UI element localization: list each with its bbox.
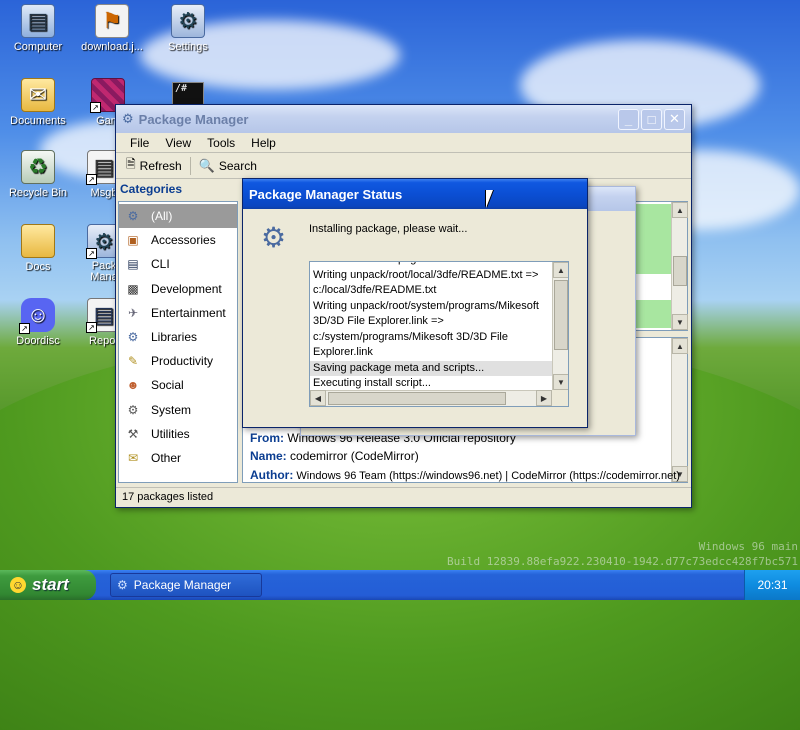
log-line: c:/system/programs/Mikesoft 3D/3D File [313, 330, 508, 343]
search-icon: 🔍 [198, 157, 215, 173]
smiley-start-icon: ☺ [10, 577, 26, 593]
minimize-button[interactable]: _ [618, 108, 639, 130]
other-icon: ✉ [127, 450, 139, 465]
package-list-scrollbar[interactable]: ▲ ▼ [671, 202, 688, 330]
refresh-button[interactable]: 🗎 Refresh [120, 153, 188, 178]
detail-author: Author: Windows 96 Team (https://windows… [250, 468, 680, 482]
toolbar: 🗎 Refresh 🔍 Search [116, 153, 691, 179]
utilities-icon: ⚒ [127, 426, 139, 441]
mouse-cursor [486, 190, 493, 208]
desktop-icon-doordisc[interactable]: ☺ ↗ Doordisc [0, 298, 76, 347]
menu-file[interactable]: File [122, 136, 157, 150]
all-packages-icon: ⚙ [127, 209, 139, 224]
category-system[interactable]: ⚙ System [119, 398, 237, 422]
scroll-down-arrow[interactable]: ▼ [672, 314, 688, 330]
log-line: Explorer.link [313, 346, 373, 358]
desktop-icon-download[interactable]: ⚑ download.j... [74, 4, 150, 53]
system-tray: 20:31 [744, 570, 800, 600]
menu-tools[interactable]: Tools [199, 136, 243, 150]
log-line: 3D/3D File Explorer.link => [313, 315, 444, 327]
log-line: c:/local/3dfe/README.txt [313, 284, 437, 296]
categories-list[interactable]: ⚙ (All) ▣ Accessories ▤ CLI ▩ Developmen… [118, 201, 238, 483]
terminal-icon: ▤ [127, 257, 139, 272]
status-dialog-titlebar[interactable]: Package Manager Status [243, 179, 587, 209]
install-log[interactable]: c:/local/3dfe/icon.pngWriting unpack/roo… [309, 261, 569, 407]
category-utilities[interactable]: ⚒ Utilities [119, 422, 237, 446]
package-manager-titlebar[interactable]: ⚙ Package Manager _ □ ✕ [116, 105, 691, 133]
category-productivity[interactable]: ✎ Productivity [119, 349, 237, 373]
social-icon: ☻ [126, 378, 140, 393]
detail-name: Name: codemirror (CodeMirror) [250, 449, 419, 463]
start-button[interactable]: ☺ start [0, 570, 96, 600]
libraries-icon: ⚙ [127, 330, 139, 345]
terminal-desktop-icon[interactable]: /# [172, 82, 204, 106]
menu-view[interactable]: View [157, 136, 199, 150]
system-icon: ⚙ [127, 402, 139, 417]
build-watermark-line2: Build 12839.88efa922.230410-1942.d77c73e… [447, 555, 798, 568]
log-scroll-corner [552, 390, 568, 406]
build-watermark-line1: Windows 96 main [698, 540, 798, 553]
taskbar: ☺ start ⚙ Package Manager 20:31 [0, 570, 800, 600]
menu-help[interactable]: Help [243, 136, 284, 150]
category-other[interactable]: ✉ Other [119, 446, 237, 470]
log-hscroll-thumb[interactable] [328, 392, 506, 405]
status-bar: 17 packages listed [116, 487, 691, 507]
category-all[interactable]: ⚙ (All) [119, 204, 237, 229]
search-button[interactable]: 🔍 Search [193, 156, 263, 176]
category-entertainment[interactable]: ✈ Entertainment [119, 301, 237, 325]
discord-icon: ☺ ↗ [19, 298, 55, 334]
log-scroll-right-arrow[interactable]: ▶ [536, 390, 552, 406]
category-social[interactable]: ☻ Social [119, 373, 237, 397]
settings-icon: ⚙ [171, 4, 205, 38]
status-dialog-title: Package Manager Status [249, 186, 403, 202]
log-horizontal-scrollbar[interactable]: ◀ ▶ [310, 390, 552, 406]
productivity-icon: ✎ [127, 354, 139, 369]
refresh-icon: 🗎 [126, 157, 136, 171]
category-development[interactable]: ▩ Development [119, 277, 237, 301]
category-libraries[interactable]: ⚙ Libraries [119, 325, 237, 349]
categories-heading: Categories [120, 182, 183, 196]
desktop-icon-recycle-bin[interactable]: ♻ Recycle Bin [0, 150, 76, 199]
computer-icon: ▤ [21, 4, 55, 38]
recycle-bin-icon: ♻ [21, 150, 55, 184]
log-line: Writing unpack/root/local/3dfe/README.tx… [313, 268, 539, 281]
scroll-up-arrow[interactable]: ▲ [672, 202, 688, 218]
status-text: 17 packages listed [122, 491, 214, 503]
clock[interactable]: 20:31 [757, 578, 787, 592]
log-scroll-left-arrow[interactable]: ◀ [310, 390, 326, 406]
install-gear-icon: ⚙ [261, 222, 287, 253]
log-line: Saving package meta and scripts... [310, 360, 552, 376]
log-scroll-up-arrow[interactable]: ▲ [553, 262, 568, 278]
desktop-icon-documents[interactable]: ✉ Documents [0, 78, 76, 127]
log-scroll-down-arrow[interactable]: ▼ [553, 374, 568, 390]
status-message: Installing package, please wait... [309, 223, 468, 235]
log-scroll-thumb[interactable] [554, 280, 568, 350]
accessories-icon: ▣ [127, 233, 139, 248]
close-button[interactable]: ✕ [664, 108, 685, 130]
desktop-icon-computer[interactable]: ▤ Computer [0, 4, 76, 53]
package-manager-title-icon: ⚙ [122, 111, 134, 126]
toolbar-separator [189, 156, 191, 175]
package-manager-title: Package Manager [138, 111, 249, 127]
category-cli[interactable]: ▤ CLI [119, 252, 237, 276]
maximize-button[interactable]: □ [641, 108, 662, 130]
documents-icon: ✉ [21, 78, 55, 112]
package-manager-task-icon: ⚙ [117, 578, 128, 592]
install-log-lines: c:/local/3dfe/icon.pngWriting unpack/roo… [310, 262, 552, 392]
log-line: Writing unpack/root/system/programs/Mike… [313, 299, 539, 312]
details-scroll-up-arrow[interactable]: ▲ [672, 338, 688, 354]
package-manager-status-dialog[interactable]: Package Manager Status ⚙ Installing pack… [242, 178, 588, 428]
folder-icon [21, 224, 55, 258]
desktop-icon-settings[interactable]: ⚙ Settings [150, 4, 226, 53]
details-scrollbar[interactable]: ▲ ▼ [671, 338, 688, 482]
desktop-icon-docs[interactable]: Docs [0, 224, 76, 273]
log-vertical-scrollbar[interactable]: ▲ ▼ [552, 262, 568, 390]
category-accessories[interactable]: ▣ Accessories [119, 228, 237, 252]
entertainment-icon: ✈ [127, 305, 139, 320]
scroll-thumb[interactable] [673, 256, 687, 286]
menu-bar: File View Tools Help [116, 133, 691, 153]
development-icon: ▩ [127, 281, 139, 296]
download-file-icon: ⚑ [95, 4, 129, 38]
taskbar-package-manager[interactable]: ⚙ Package Manager [110, 573, 262, 597]
